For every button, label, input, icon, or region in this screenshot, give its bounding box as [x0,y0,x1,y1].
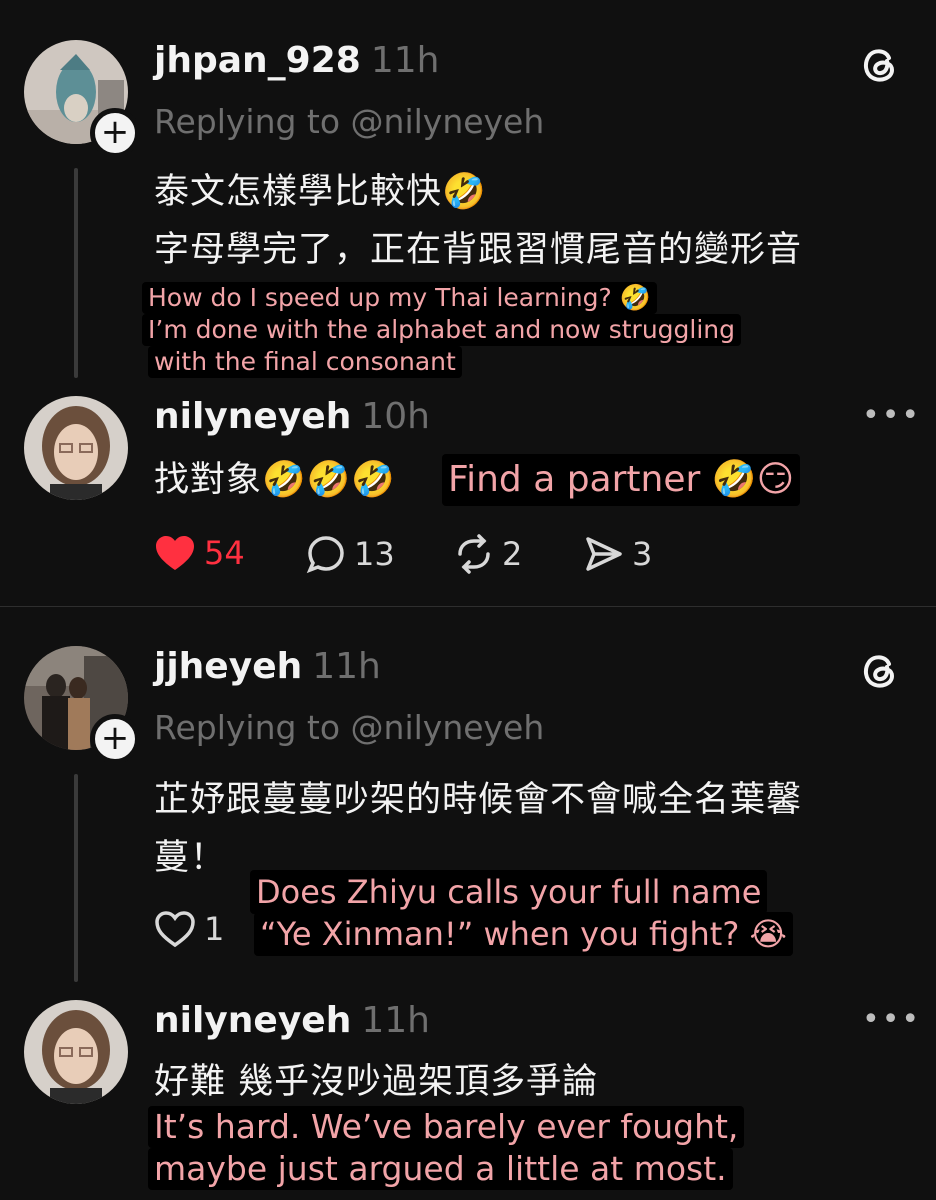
translation-line-1: Does Zhiyu calls your full name [250,870,768,914]
like-count: 1 [204,910,225,948]
translation-line-3: with the final consonant [148,346,462,378]
like-count: 54 [204,534,245,572]
post-text-line-1: 泰文怎樣學比較快🤣 [154,172,487,212]
comment-count: 13 [354,535,395,573]
comment-icon [306,536,344,574]
comment-button[interactable]: 13 [306,534,395,574]
translation-line-2: I’m done with the alphabet and now strug… [142,314,742,346]
translation-line-2: maybe just argued a little at most. [148,1148,733,1190]
repost-count: 2 [502,535,523,573]
post-username[interactable]: nilyneyeh 11h [154,1000,430,1041]
threads-logo-icon[interactable] [860,44,900,88]
reply-to-label[interactable]: Replying to @nilyneyeh [154,708,544,747]
translation-text: Find a partner 🤣😏 [442,454,801,506]
share-icon [586,537,622,571]
follow-plus-icon[interactable]: + [90,108,140,158]
post-time: 11h [370,40,440,81]
post-text: 好難 幾乎沒吵過架頂多爭論 [154,1062,599,1102]
share-button[interactable]: 3 [584,534,652,574]
post-username[interactable]: jjheyeh 11h [154,646,381,687]
post-time: 11h [312,646,381,687]
post-text-line-1: 芷妤跟蔓蔓吵架的時候會不會喊全名葉馨 [154,780,803,820]
post-text-line-2: 字母學完了，正在背跟習慣尾音的變形音 [154,230,803,270]
avatar-nilyneyeh[interactable] [24,1000,128,1104]
reply-to-label[interactable]: Replying to @nilyneyeh [154,102,544,141]
post-time: 10h [361,396,430,437]
heart-icon [155,911,195,948]
post-text-line-2: 蔓！ [154,838,227,878]
translation-line-1: How do I speed up my Thai learning? 🤣 [142,282,657,314]
heart-icon [156,536,194,570]
translation-line-1: It’s hard. We’ve barely ever fought, [148,1106,745,1148]
like-button[interactable]: 1 [154,910,224,948]
thread-line [74,774,78,982]
translation-line-2: “Ye Xinman!” when you fight? 😭 [254,912,793,956]
more-icon[interactable]: ••• [862,398,921,433]
like-button[interactable]: 54 [154,534,245,572]
avatar-nilyneyeh[interactable] [24,396,128,500]
post-username[interactable]: nilyneyeh 10h [154,396,430,437]
threads-logo-icon[interactable] [860,650,900,694]
thread-line [74,168,78,378]
post-username[interactable]: jhpan_928 11h [154,40,439,81]
repost-icon [458,534,490,574]
more-icon[interactable]: ••• [862,1002,921,1037]
post-text: 找對象🤣🤣🤣 [154,460,396,500]
follow-plus-icon[interactable]: + [90,714,140,764]
post-time: 11h [361,1000,430,1041]
share-count: 3 [632,535,653,573]
repost-button[interactable]: 2 [454,534,522,574]
divider [0,606,936,607]
